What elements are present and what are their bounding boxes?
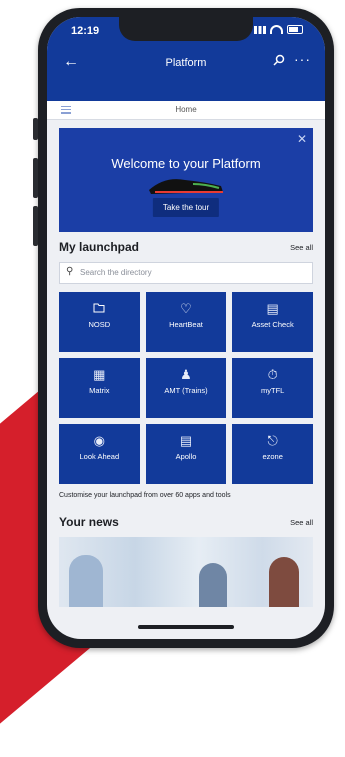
search-icon[interactable] <box>273 54 285 69</box>
news-person <box>269 557 299 607</box>
app-tile-apollo[interactable]: ▤ Apollo <box>145 424 227 484</box>
launchpad-see-all-link[interactable]: See all <box>290 243 313 252</box>
app-tile-ezone[interactable]: ⎋ ezone <box>232 424 313 484</box>
welcome-banner: ✕ Welcome to your Platform Take the tour <box>59 128 313 232</box>
app-tile-look-ahead[interactable]: ◉ Look Ahead <box>59 424 140 484</box>
launchpad-title: My launchpad <box>59 240 140 254</box>
side-button <box>33 158 38 198</box>
launchpad-grid: NOSD ♡ HeartBeat ▤ Asset Check ▦ Matrix … <box>59 292 313 484</box>
signal-icon <box>254 25 266 34</box>
app-tile-nosd[interactable]: NOSD <box>59 292 140 352</box>
look-ahead-icon: ◉ <box>93 433 105 448</box>
wifi-icon <box>270 25 283 34</box>
search-placeholder: Search the directory <box>80 268 152 277</box>
phone-notch <box>119 17 253 41</box>
people-icon: ♟ <box>180 367 192 382</box>
status-time: 12:19 <box>71 25 100 37</box>
more-icon[interactable]: ··· <box>294 51 311 67</box>
heart-icon: ♡ <box>180 301 192 316</box>
battery-icon <box>287 25 303 34</box>
checklist-icon: ▤ <box>266 301 279 316</box>
phone-frame: 12:19 ← Platform ··· Home ✕ Welcome to y… <box>33 8 334 648</box>
app-tile-amt-trains[interactable]: ♟ AMT (Trains) <box>145 358 227 418</box>
search-icon: ⚲ <box>66 266 74 277</box>
news-see-all-link[interactable]: See all <box>290 518 313 527</box>
tile-label: Matrix <box>89 386 110 395</box>
sub-nav: Home <box>47 101 325 120</box>
news-title: Your news <box>59 515 119 529</box>
customize-launchpad-link[interactable]: Customise your launchpad from over 60 ap… <box>59 492 313 499</box>
app-tile-matrix[interactable]: ▦ Matrix <box>59 358 140 418</box>
side-button <box>33 118 38 140</box>
tile-label: Asset Check <box>251 320 294 329</box>
tile-label: ezone <box>262 452 283 461</box>
launchpad-header: My launchpad See all <box>59 232 313 258</box>
tile-label: AMT (Trains) <box>164 386 208 395</box>
nav-bar: ← Platform ··· <box>47 51 325 79</box>
news-header: Your news See all <box>59 507 313 533</box>
car-icon: ⎋ <box>267 433 278 448</box>
directory-search-input[interactable]: ⚲ Search the directory <box>59 262 313 284</box>
status-icons <box>254 25 303 34</box>
banner-headline: Welcome to your Platform <box>111 156 261 171</box>
app-tile-mytfl[interactable]: ⏱ myTFL <box>232 358 313 418</box>
take-tour-button[interactable]: Take the tour <box>152 198 220 217</box>
news-image[interactable] <box>59 537 313 607</box>
tile-label: NOSD <box>88 320 111 329</box>
tile-label: HeartBeat <box>169 320 203 329</box>
app-tile-asset-check[interactable]: ▤ Asset Check <box>232 292 313 352</box>
news-person <box>199 563 227 607</box>
tile-label: myTFL <box>260 386 285 395</box>
calendar-grid-icon: ▦ <box>93 367 106 382</box>
side-button <box>33 206 38 246</box>
close-icon[interactable]: ✕ <box>297 132 307 146</box>
document-icon: ▤ <box>179 433 193 448</box>
news-person <box>69 555 103 607</box>
shoe-illustration <box>149 179 223 194</box>
tile-label: Apollo <box>175 452 197 461</box>
home-indicator[interactable] <box>138 625 234 629</box>
folder-icon <box>59 301 140 316</box>
app-screen: 12:19 ← Platform ··· Home ✕ Welcome to y… <box>47 17 325 639</box>
app-tile-heartbeat[interactable]: ♡ HeartBeat <box>145 292 227 352</box>
stopwatch-icon: ⏱ <box>267 367 278 382</box>
tile-label: Look Ahead <box>79 452 120 461</box>
breadcrumb-home[interactable]: Home <box>47 105 325 114</box>
